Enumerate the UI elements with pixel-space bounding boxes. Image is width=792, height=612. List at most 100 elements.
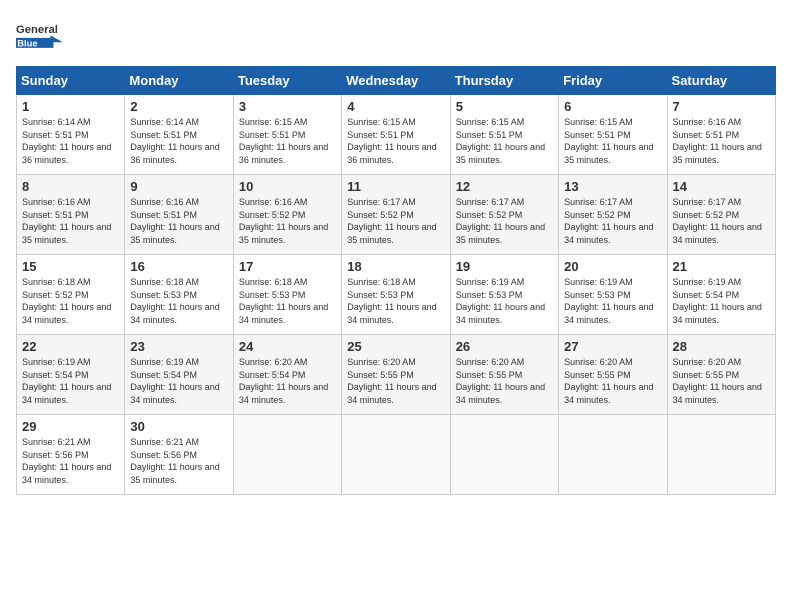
calendar-cell: 4 Sunrise: 6:15 AM Sunset: 5:51 PM Dayli…: [342, 95, 450, 175]
day-number: 13: [564, 179, 661, 194]
calendar-cell: [667, 415, 775, 495]
day-info: Sunrise: 6:19 AM Sunset: 5:54 PM Dayligh…: [673, 276, 770, 326]
calendar-cell: 15 Sunrise: 6:18 AM Sunset: 5:52 PM Dayl…: [17, 255, 125, 335]
calendar-cell: 7 Sunrise: 6:16 AM Sunset: 5:51 PM Dayli…: [667, 95, 775, 175]
day-number: 15: [22, 259, 119, 274]
calendar-cell: 8 Sunrise: 6:16 AM Sunset: 5:51 PM Dayli…: [17, 175, 125, 255]
day-info: Sunrise: 6:15 AM Sunset: 5:51 PM Dayligh…: [347, 116, 444, 166]
day-info: Sunrise: 6:15 AM Sunset: 5:51 PM Dayligh…: [564, 116, 661, 166]
header-thursday: Thursday: [450, 67, 558, 95]
day-number: 27: [564, 339, 661, 354]
day-info: Sunrise: 6:20 AM Sunset: 5:55 PM Dayligh…: [564, 356, 661, 406]
calendar-cell: 30 Sunrise: 6:21 AM Sunset: 5:56 PM Dayl…: [125, 415, 233, 495]
calendar-cell: 1 Sunrise: 6:14 AM Sunset: 5:51 PM Dayli…: [17, 95, 125, 175]
svg-text:Blue: Blue: [17, 39, 37, 49]
day-info: Sunrise: 6:20 AM Sunset: 5:55 PM Dayligh…: [347, 356, 444, 406]
day-info: Sunrise: 6:16 AM Sunset: 5:51 PM Dayligh…: [22, 196, 119, 246]
day-info: Sunrise: 6:18 AM Sunset: 5:53 PM Dayligh…: [130, 276, 227, 326]
calendar-cell: 27 Sunrise: 6:20 AM Sunset: 5:55 PM Dayl…: [559, 335, 667, 415]
day-number: 18: [347, 259, 444, 274]
day-info: Sunrise: 6:15 AM Sunset: 5:51 PM Dayligh…: [239, 116, 336, 166]
calendar-cell: 28 Sunrise: 6:20 AM Sunset: 5:55 PM Dayl…: [667, 335, 775, 415]
svg-text:General: General: [16, 24, 58, 36]
day-number: 20: [564, 259, 661, 274]
day-number: 22: [22, 339, 119, 354]
day-info: Sunrise: 6:19 AM Sunset: 5:53 PM Dayligh…: [564, 276, 661, 326]
calendar-week-row: 29 Sunrise: 6:21 AM Sunset: 5:56 PM Dayl…: [17, 415, 776, 495]
day-info: Sunrise: 6:21 AM Sunset: 5:56 PM Dayligh…: [22, 436, 119, 486]
calendar-week-row: 1 Sunrise: 6:14 AM Sunset: 5:51 PM Dayli…: [17, 95, 776, 175]
calendar-cell: 11 Sunrise: 6:17 AM Sunset: 5:52 PM Dayl…: [342, 175, 450, 255]
day-info: Sunrise: 6:17 AM Sunset: 5:52 PM Dayligh…: [347, 196, 444, 246]
calendar-cell: 9 Sunrise: 6:16 AM Sunset: 5:51 PM Dayli…: [125, 175, 233, 255]
calendar-cell: [233, 415, 341, 495]
day-info: Sunrise: 6:14 AM Sunset: 5:51 PM Dayligh…: [130, 116, 227, 166]
day-number: 10: [239, 179, 336, 194]
calendar-cell: 13 Sunrise: 6:17 AM Sunset: 5:52 PM Dayl…: [559, 175, 667, 255]
header-monday: Monday: [125, 67, 233, 95]
day-info: Sunrise: 6:20 AM Sunset: 5:54 PM Dayligh…: [239, 356, 336, 406]
day-number: 14: [673, 179, 770, 194]
calendar-cell: 14 Sunrise: 6:17 AM Sunset: 5:52 PM Dayl…: [667, 175, 775, 255]
calendar-cell: 6 Sunrise: 6:15 AM Sunset: 5:51 PM Dayli…: [559, 95, 667, 175]
day-number: 4: [347, 99, 444, 114]
day-number: 8: [22, 179, 119, 194]
calendar-cell: [342, 415, 450, 495]
day-info: Sunrise: 6:18 AM Sunset: 5:52 PM Dayligh…: [22, 276, 119, 326]
header-tuesday: Tuesday: [233, 67, 341, 95]
logo-icon: General Blue: [16, 16, 66, 56]
day-number: 11: [347, 179, 444, 194]
calendar-cell: 21 Sunrise: 6:19 AM Sunset: 5:54 PM Dayl…: [667, 255, 775, 335]
calendar-cell: 20 Sunrise: 6:19 AM Sunset: 5:53 PM Dayl…: [559, 255, 667, 335]
header-saturday: Saturday: [667, 67, 775, 95]
day-number: 25: [347, 339, 444, 354]
day-number: 9: [130, 179, 227, 194]
day-number: 28: [673, 339, 770, 354]
day-number: 23: [130, 339, 227, 354]
day-number: 24: [239, 339, 336, 354]
day-number: 6: [564, 99, 661, 114]
day-info: Sunrise: 6:16 AM Sunset: 5:51 PM Dayligh…: [673, 116, 770, 166]
page-header: General Blue: [16, 16, 776, 56]
calendar-week-row: 22 Sunrise: 6:19 AM Sunset: 5:54 PM Dayl…: [17, 335, 776, 415]
day-number: 21: [673, 259, 770, 274]
day-info: Sunrise: 6:14 AM Sunset: 5:51 PM Dayligh…: [22, 116, 119, 166]
calendar-cell: 5 Sunrise: 6:15 AM Sunset: 5:51 PM Dayli…: [450, 95, 558, 175]
logo: General Blue: [16, 16, 66, 56]
day-info: Sunrise: 6:18 AM Sunset: 5:53 PM Dayligh…: [239, 276, 336, 326]
day-number: 3: [239, 99, 336, 114]
day-info: Sunrise: 6:19 AM Sunset: 5:54 PM Dayligh…: [22, 356, 119, 406]
day-number: 7: [673, 99, 770, 114]
day-number: 2: [130, 99, 227, 114]
calendar-cell: 12 Sunrise: 6:17 AM Sunset: 5:52 PM Dayl…: [450, 175, 558, 255]
day-info: Sunrise: 6:19 AM Sunset: 5:53 PM Dayligh…: [456, 276, 553, 326]
calendar-cell: 2 Sunrise: 6:14 AM Sunset: 5:51 PM Dayli…: [125, 95, 233, 175]
day-info: Sunrise: 6:16 AM Sunset: 5:51 PM Dayligh…: [130, 196, 227, 246]
day-number: 19: [456, 259, 553, 274]
day-number: 17: [239, 259, 336, 274]
day-number: 1: [22, 99, 119, 114]
calendar-cell: 22 Sunrise: 6:19 AM Sunset: 5:54 PM Dayl…: [17, 335, 125, 415]
day-info: Sunrise: 6:18 AM Sunset: 5:53 PM Dayligh…: [347, 276, 444, 326]
day-info: Sunrise: 6:20 AM Sunset: 5:55 PM Dayligh…: [456, 356, 553, 406]
calendar-cell: 26 Sunrise: 6:20 AM Sunset: 5:55 PM Dayl…: [450, 335, 558, 415]
calendar-cell: 23 Sunrise: 6:19 AM Sunset: 5:54 PM Dayl…: [125, 335, 233, 415]
calendar-cell: 18 Sunrise: 6:18 AM Sunset: 5:53 PM Dayl…: [342, 255, 450, 335]
day-info: Sunrise: 6:17 AM Sunset: 5:52 PM Dayligh…: [456, 196, 553, 246]
day-info: Sunrise: 6:21 AM Sunset: 5:56 PM Dayligh…: [130, 436, 227, 486]
calendar-cell: 24 Sunrise: 6:20 AM Sunset: 5:54 PM Dayl…: [233, 335, 341, 415]
day-info: Sunrise: 6:19 AM Sunset: 5:54 PM Dayligh…: [130, 356, 227, 406]
calendar-cell: [559, 415, 667, 495]
header-row: Sunday Monday Tuesday Wednesday Thursday…: [17, 67, 776, 95]
day-number: 26: [456, 339, 553, 354]
calendar-week-row: 15 Sunrise: 6:18 AM Sunset: 5:52 PM Dayl…: [17, 255, 776, 335]
day-number: 12: [456, 179, 553, 194]
header-friday: Friday: [559, 67, 667, 95]
day-number: 5: [456, 99, 553, 114]
day-info: Sunrise: 6:17 AM Sunset: 5:52 PM Dayligh…: [564, 196, 661, 246]
calendar-week-row: 8 Sunrise: 6:16 AM Sunset: 5:51 PM Dayli…: [17, 175, 776, 255]
day-info: Sunrise: 6:17 AM Sunset: 5:52 PM Dayligh…: [673, 196, 770, 246]
calendar-cell: 25 Sunrise: 6:20 AM Sunset: 5:55 PM Dayl…: [342, 335, 450, 415]
day-number: 29: [22, 419, 119, 434]
calendar-cell: 10 Sunrise: 6:16 AM Sunset: 5:52 PM Dayl…: [233, 175, 341, 255]
